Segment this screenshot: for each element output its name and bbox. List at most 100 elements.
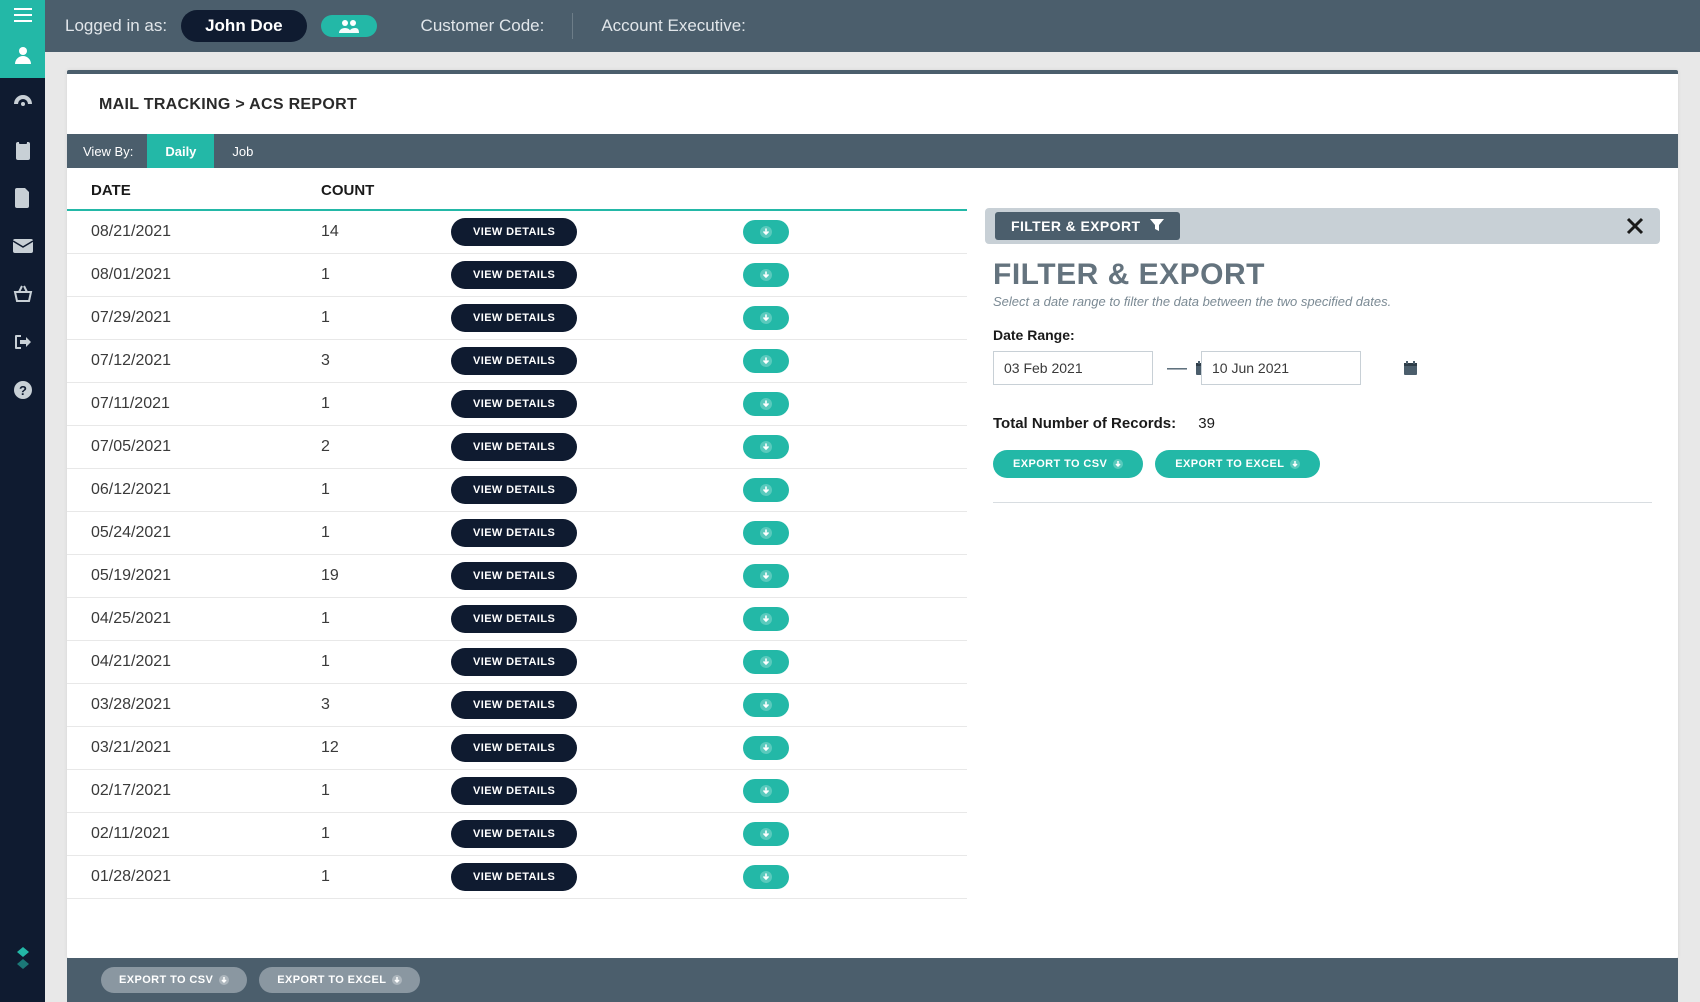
download-row-button[interactable] [743,564,789,588]
sidebar-item-document[interactable] [0,174,45,222]
view-details-button[interactable]: VIEW DETAILS [451,261,577,289]
cell-date: 04/21/2021 [91,653,321,671]
sidebar-item-clipboard[interactable] [0,126,45,174]
view-details-button[interactable]: VIEW DETAILS [451,304,577,332]
close-filter-button[interactable] [1626,217,1650,235]
envelope-icon [13,239,33,253]
download-row-button[interactable] [743,349,789,373]
download-row-button[interactable] [743,392,789,416]
cell-date: 07/11/2021 [91,395,321,413]
download-row-button[interactable] [743,779,789,803]
records-row: Total Number of Records: 39 [993,415,1652,432]
view-details-button[interactable]: VIEW DETAILS [451,347,577,375]
download-icon [760,398,772,410]
menu-toggle-button[interactable] [0,0,45,30]
topbar-divider [572,13,573,39]
view-details-button[interactable]: VIEW DETAILS [451,390,577,418]
table-panel: DATE COUNT 08/21/202114VIEW DETAILS08/01… [67,168,967,958]
download-row-button[interactable] [743,263,789,287]
table-row: 04/25/20211VIEW DETAILS [67,598,967,641]
table-header: DATE COUNT [67,168,967,211]
download-icon [760,613,772,625]
filter-subtitle: Select a date range to filter the data b… [993,294,1652,309]
download-row-button[interactable] [743,220,789,244]
viewby-label: View By: [83,144,133,159]
sidebar-item-basket[interactable] [0,270,45,318]
sidebar-item-help[interactable]: ? [0,366,45,414]
breadcrumb-section: MAIL TRACKING [99,96,231,113]
download-row-button[interactable] [743,693,789,717]
export-excel-label: EXPORT TO EXCEL [1175,458,1284,470]
date-from-field[interactable] [994,360,1195,376]
date-to-input[interactable] [1201,351,1361,385]
view-details-button[interactable]: VIEW DETAILS [451,820,577,848]
view-details-button[interactable]: VIEW DETAILS [451,691,577,719]
export-excel-button[interactable]: EXPORT TO EXCEL [1155,450,1320,478]
filter-icon [1150,219,1164,233]
footer-export-csv-button[interactable]: EXPORT TO CSV [101,967,247,993]
view-details-button[interactable]: VIEW DETAILS [451,433,577,461]
download-row-button[interactable] [743,435,789,459]
view-details-button[interactable]: VIEW DETAILS [451,562,577,590]
cell-count: 1 [321,868,451,886]
brand-logo [0,934,45,982]
sidebar-item-mail[interactable] [0,222,45,270]
view-details-button[interactable]: VIEW DETAILS [451,519,577,547]
view-details-button[interactable]: VIEW DETAILS [451,218,577,246]
table-row: 03/21/202112VIEW DETAILS [67,727,967,770]
tab-daily[interactable]: Daily [147,134,214,168]
download-icon [392,975,402,985]
table-row: 07/29/20211VIEW DETAILS [67,297,967,340]
cell-date: 08/01/2021 [91,266,321,284]
view-details-button[interactable]: VIEW DETAILS [451,777,577,805]
view-details-button[interactable]: VIEW DETAILS [451,605,577,633]
account-exec-label: Account Executive: [601,16,746,36]
clipboard-icon [14,140,32,160]
date-range-label: Date Range: [993,327,1652,343]
cell-count: 14 [321,223,451,241]
document-icon [15,188,31,208]
download-icon [760,355,772,367]
sidebar-item-dashboard[interactable] [0,78,45,126]
download-row-button[interactable] [743,607,789,631]
export-csv-button[interactable]: EXPORT TO CSV [993,450,1143,478]
footer-export-excel-label: EXPORT TO EXCEL [277,974,386,986]
download-row-button[interactable] [743,736,789,760]
download-icon [760,226,772,238]
th-date: DATE [91,182,321,199]
download-row-button[interactable] [743,521,789,545]
download-row-button[interactable] [743,306,789,330]
download-row-button[interactable] [743,478,789,502]
download-row-button[interactable] [743,822,789,846]
breadcrumb-sep: > [235,96,249,113]
filter-chip[interactable]: FILTER & EXPORT [995,212,1180,240]
basket-icon [13,285,33,303]
tab-job[interactable]: Job [214,134,271,168]
cell-date: 07/29/2021 [91,309,321,327]
sidebar-item-user[interactable] [0,30,45,78]
gauge-icon [13,92,33,112]
content: MAIL TRACKING > ACS REPORT View By: Dail… [45,52,1700,1002]
cell-date: 05/24/2021 [91,524,321,542]
view-details-button[interactable]: VIEW DETAILS [451,648,577,676]
cell-date: 04/25/2021 [91,610,321,628]
footer-export-excel-button[interactable]: EXPORT TO EXCEL [259,967,420,993]
download-icon [760,742,772,754]
filter-panel: FILTER & EXPORT FILTER & EXPORT [967,168,1678,958]
cell-count: 1 [321,782,451,800]
view-details-button[interactable]: VIEW DETAILS [451,476,577,504]
table-row: 01/28/20211VIEW DETAILS [67,856,967,899]
calendar-icon[interactable] [1403,361,1418,376]
main: Logged in as: John Doe Customer Code: Ac… [45,0,1700,1002]
sidebar-item-logout[interactable] [0,318,45,366]
download-row-button[interactable] [743,650,789,674]
download-icon [760,441,772,453]
user-name-pill[interactable]: John Doe [181,10,306,42]
view-details-button[interactable]: VIEW DETAILS [451,863,577,891]
switch-user-button[interactable] [321,15,377,37]
download-icon [760,312,772,324]
view-details-button[interactable]: VIEW DETAILS [451,734,577,762]
date-to-field[interactable] [1202,360,1403,376]
download-row-button[interactable] [743,865,789,889]
date-from-input[interactable] [993,351,1153,385]
